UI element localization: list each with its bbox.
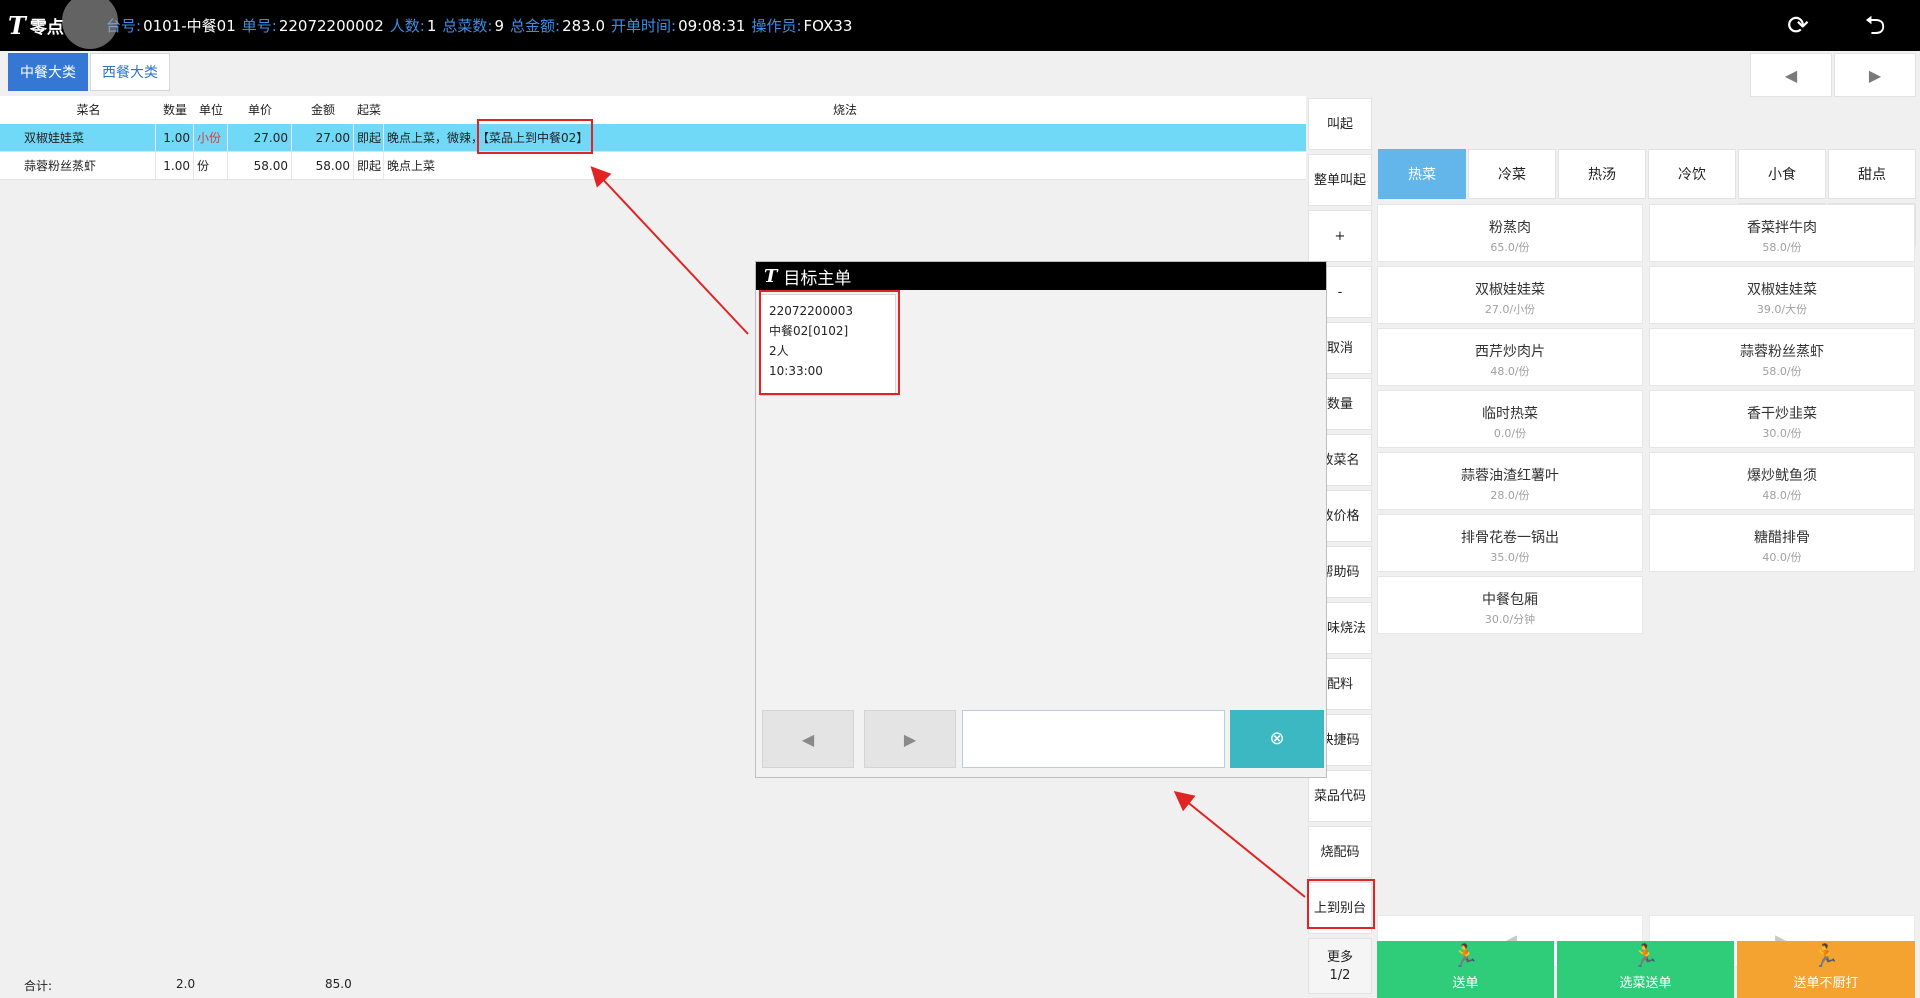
- arrow-to-method: [590, 166, 749, 335]
- arrow-to-dialog: [1173, 790, 1306, 898]
- annotation-arrows: [590, 166, 1306, 898]
